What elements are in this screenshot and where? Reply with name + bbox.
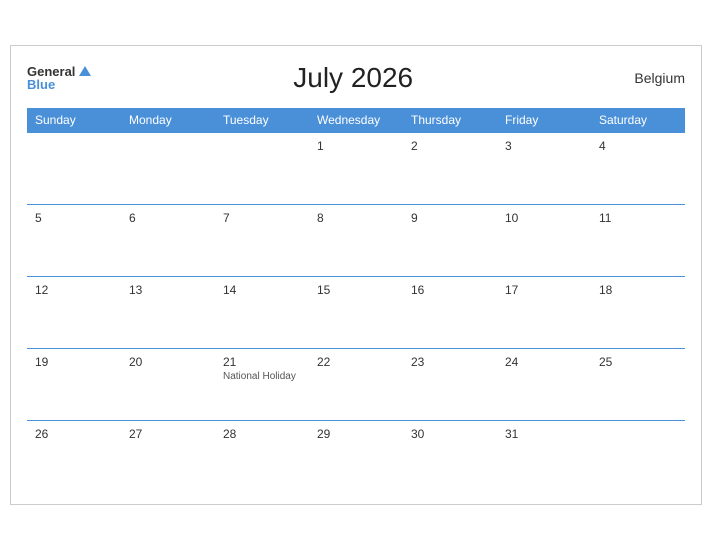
calendar-week-row: 12 13 14 15 16 17 18 — [27, 276, 685, 348]
calendar-title: July 2026 — [91, 62, 615, 94]
calendar-cell: 22 — [309, 348, 403, 420]
day-number: 27 — [129, 427, 207, 441]
day-number: 14 — [223, 283, 301, 297]
calendar-week-row: 26 27 28 29 30 31 — [27, 420, 685, 492]
calendar-header: General Blue July 2026 Belgium — [27, 62, 685, 94]
calendar-cell — [27, 132, 121, 204]
day-number: 2 — [411, 139, 489, 153]
calendar-cell: 23 — [403, 348, 497, 420]
calendar-cell: 31 — [497, 420, 591, 492]
calendar-cell: 20 — [121, 348, 215, 420]
weekday-header-thursday: Thursday — [403, 108, 497, 133]
calendar-week-row: 1 2 3 4 — [27, 132, 685, 204]
weekday-header-wednesday: Wednesday — [309, 108, 403, 133]
calendar-cell: 10 — [497, 204, 591, 276]
calendar-cell: 13 — [121, 276, 215, 348]
day-number: 1 — [317, 139, 395, 153]
calendar-cell: 28 — [215, 420, 309, 492]
day-number: 24 — [505, 355, 583, 369]
day-event: National Holiday — [223, 371, 301, 382]
calendar-cell: 19 — [27, 348, 121, 420]
calendar-cell: 21 National Holiday — [215, 348, 309, 420]
logo-general-text: General — [27, 65, 75, 78]
logo-triangle-icon — [79, 66, 91, 76]
calendar-country: Belgium — [615, 70, 685, 86]
day-number: 22 — [317, 355, 395, 369]
calendar-cell — [215, 132, 309, 204]
day-number: 4 — [599, 139, 677, 153]
calendar-table: SundayMondayTuesdayWednesdayThursdayFrid… — [27, 108, 685, 493]
day-number: 17 — [505, 283, 583, 297]
calendar-cell: 9 — [403, 204, 497, 276]
calendar-cell — [121, 132, 215, 204]
calendar-cell: 8 — [309, 204, 403, 276]
day-number: 28 — [223, 427, 301, 441]
day-number: 12 — [35, 283, 113, 297]
calendar-cell: 18 — [591, 276, 685, 348]
day-number: 21 — [223, 355, 301, 369]
weekday-header-sunday: Sunday — [27, 108, 121, 133]
calendar-cell: 7 — [215, 204, 309, 276]
day-number: 7 — [223, 211, 301, 225]
day-number: 25 — [599, 355, 677, 369]
day-number: 16 — [411, 283, 489, 297]
calendar-cell: 26 — [27, 420, 121, 492]
calendar-cell: 25 — [591, 348, 685, 420]
calendar-cell: 5 — [27, 204, 121, 276]
calendar-cell: 14 — [215, 276, 309, 348]
calendar-cell — [591, 420, 685, 492]
day-number: 30 — [411, 427, 489, 441]
day-number: 19 — [35, 355, 113, 369]
day-number: 5 — [35, 211, 113, 225]
logo: General Blue — [27, 65, 91, 91]
weekday-header-monday: Monday — [121, 108, 215, 133]
logo-blue-text: Blue — [27, 78, 91, 91]
weekday-header-saturday: Saturday — [591, 108, 685, 133]
day-number: 3 — [505, 139, 583, 153]
calendar-cell: 17 — [497, 276, 591, 348]
calendar-cell: 2 — [403, 132, 497, 204]
calendar-week-row: 19 20 21 National Holiday 22 23 24 25 — [27, 348, 685, 420]
day-number: 26 — [35, 427, 113, 441]
weekday-header-tuesday: Tuesday — [215, 108, 309, 133]
day-number: 18 — [599, 283, 677, 297]
calendar-cell: 1 — [309, 132, 403, 204]
calendar-cell: 4 — [591, 132, 685, 204]
day-number: 29 — [317, 427, 395, 441]
day-number: 10 — [505, 211, 583, 225]
calendar-cell: 24 — [497, 348, 591, 420]
calendar-cell: 15 — [309, 276, 403, 348]
day-number: 11 — [599, 211, 677, 225]
calendar-cell: 11 — [591, 204, 685, 276]
day-number: 6 — [129, 211, 207, 225]
day-number: 9 — [411, 211, 489, 225]
day-number: 23 — [411, 355, 489, 369]
calendar-week-row: 5 6 7 8 9 10 11 — [27, 204, 685, 276]
weekday-header-friday: Friday — [497, 108, 591, 133]
day-number: 13 — [129, 283, 207, 297]
calendar-cell: 16 — [403, 276, 497, 348]
calendar-container: General Blue July 2026 Belgium SundayMon… — [10, 45, 702, 506]
calendar-cell: 3 — [497, 132, 591, 204]
day-number: 31 — [505, 427, 583, 441]
calendar-cell: 29 — [309, 420, 403, 492]
calendar-cell: 27 — [121, 420, 215, 492]
calendar-cell: 6 — [121, 204, 215, 276]
day-number: 20 — [129, 355, 207, 369]
weekday-header-row: SundayMondayTuesdayWednesdayThursdayFrid… — [27, 108, 685, 133]
day-number: 15 — [317, 283, 395, 297]
calendar-cell: 12 — [27, 276, 121, 348]
logo-general: General — [27, 65, 91, 78]
calendar-cell: 30 — [403, 420, 497, 492]
day-number: 8 — [317, 211, 395, 225]
